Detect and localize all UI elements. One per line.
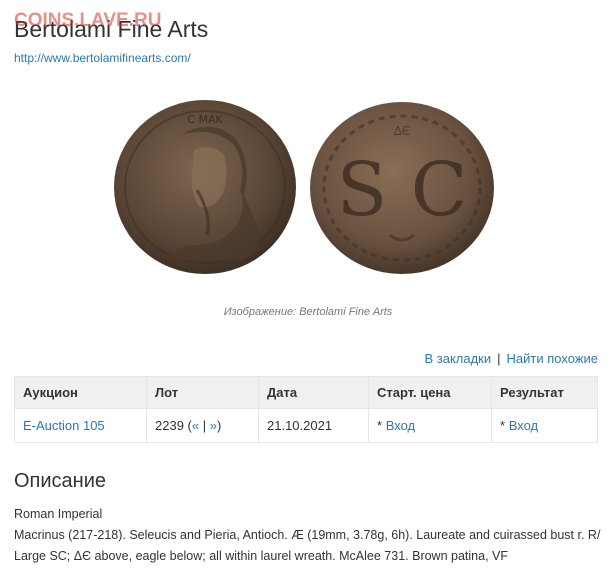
table-row: E-Auction 105 2239 (« | ») 21.10.2021 * … bbox=[14, 408, 598, 443]
auction-cell: E-Auction 105 bbox=[14, 408, 147, 443]
coin-reverse: S C ΔЄ bbox=[310, 102, 494, 274]
description-heading: Описание bbox=[14, 470, 107, 492]
column-date: Дата bbox=[258, 376, 369, 409]
image-caption: Изображение: Bertolami Fine Arts bbox=[223, 306, 393, 318]
start-price-cell: * Вход bbox=[368, 408, 492, 443]
bookmark-link[interactable]: В закладки bbox=[424, 351, 491, 366]
result-prefix: * bbox=[500, 418, 506, 433]
sc-letters: S C bbox=[337, 147, 468, 233]
description-text: Macrinus (217-218). Seleucis and Pieria,… bbox=[14, 528, 601, 563]
website-link[interactable]: http://www.bertolamifinearts.com/ bbox=[14, 51, 191, 65]
find-similar-link[interactable]: Найти похожие bbox=[507, 351, 598, 366]
description-body: Roman Imperial Macrinus (217-218). Seleu… bbox=[14, 504, 604, 567]
result-login-link[interactable]: Вход bbox=[509, 418, 538, 433]
column-auction: Аукцион bbox=[14, 376, 147, 409]
watermark: COINS.LAVE.RU bbox=[14, 10, 162, 31]
coin-image: C MAK S C ΔЄ bbox=[114, 100, 494, 274]
next-lot-link[interactable]: » bbox=[210, 418, 217, 433]
coin-obverse: C MAK bbox=[114, 100, 296, 274]
auction-link[interactable]: E-Auction 105 bbox=[23, 418, 105, 433]
table-header-row: Аукцион Лот Дата Старт. цена Результат bbox=[14, 376, 598, 409]
lot-number: 2239 bbox=[155, 418, 184, 433]
prev-lot-link[interactable]: « bbox=[192, 418, 199, 433]
lot-cell: 2239 (« | ») bbox=[146, 408, 259, 443]
column-start-price: Старт. цена bbox=[368, 376, 492, 409]
lot-table: Аукцион Лот Дата Старт. цена Результат E… bbox=[14, 376, 598, 443]
column-result: Результат bbox=[491, 376, 598, 409]
svg-text:ΔЄ: ΔЄ bbox=[394, 124, 411, 138]
date-cell: 21.10.2021 bbox=[258, 408, 369, 443]
actions-separator: | bbox=[497, 351, 501, 366]
description-category: Roman Imperial bbox=[14, 507, 103, 521]
start-price-prefix: * bbox=[377, 418, 383, 433]
column-lot: Лот bbox=[146, 376, 259, 409]
svg-text:C MAK: C MAK bbox=[187, 113, 223, 126]
start-price-login-link[interactable]: Вход bbox=[386, 418, 415, 433]
lot-actions: В закладки | Найти похожие bbox=[424, 351, 598, 366]
result-cell: * Вход bbox=[491, 408, 598, 443]
